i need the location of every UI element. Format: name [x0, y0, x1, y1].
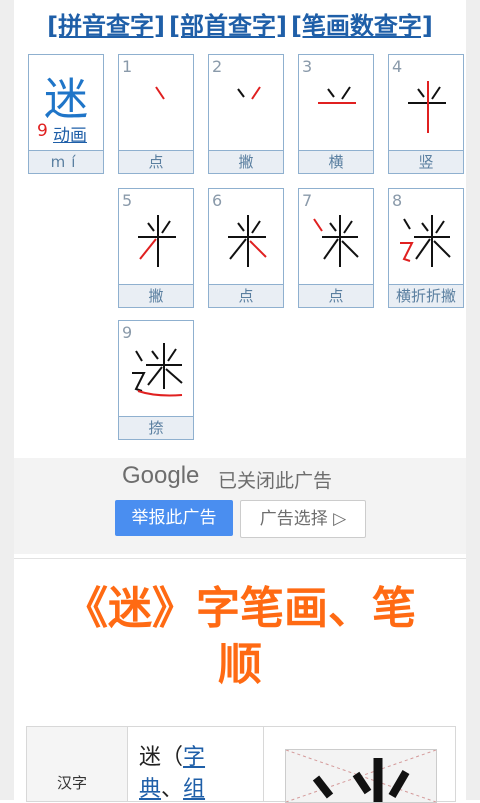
page-title: 《迷》字笔画、笔 顺	[14, 558, 466, 709]
row-label: 汉字	[57, 774, 88, 792]
pinyin-lookup-link[interactable]: [拼音查字]	[47, 12, 165, 40]
stroke-name: 点	[119, 150, 193, 173]
stroke-name: 撇	[119, 284, 193, 307]
stroke-diagram	[237, 86, 261, 100]
pinyin-label: mí	[29, 150, 103, 173]
stroke-count: 9	[37, 121, 48, 141]
left-gutter	[0, 0, 14, 800]
google-logo: Google	[122, 462, 200, 489]
stroke-name: 点	[209, 284, 283, 307]
animation-link[interactable]: 动画	[53, 121, 87, 146]
stroke-name: 撇	[209, 150, 283, 173]
word-group-link[interactable]: 组	[183, 777, 205, 802]
report-ad-button[interactable]: 举报此广告	[115, 500, 233, 536]
stroke-cell: 2 撇	[208, 54, 284, 174]
dictionary-link-1[interactable]: 字	[183, 745, 205, 770]
calligraphy-image	[285, 749, 437, 803]
stroke-cell: 6 点	[208, 188, 284, 308]
stroke-name: 竖	[389, 150, 463, 173]
stroke-diagram	[132, 343, 183, 397]
table-value-cell: 迷（字 典、组	[127, 727, 264, 802]
stroke-name: 横折折撇	[389, 284, 463, 307]
stroke-cell: 8 横折折撇	[388, 188, 464, 308]
title-line-2: 顺	[218, 639, 262, 690]
info-table: 汉字 迷（字 典、组	[26, 726, 456, 803]
stroke-diagram	[155, 86, 165, 100]
stroke-cell: 4 竖	[388, 54, 464, 174]
stroke-diagram	[228, 215, 267, 267]
stroke-cell: 7 点	[298, 188, 374, 308]
calligraphy-preview	[286, 750, 436, 802]
page: [拼音查字] [部首查字] [笔画数查字] 迷 9 动画 mí 1 点 2 撇 3	[0, 0, 480, 803]
lookup-nav: [拼音查字] [部首查字] [笔画数查字]	[14, 6, 466, 41]
separator: 、	[161, 777, 184, 802]
stroke-diagram	[313, 215, 359, 267]
title-line-1: 《迷》字笔画、笔	[64, 583, 416, 634]
ad-choices-button[interactable]: 广告选择 ▷	[240, 500, 366, 538]
stroke-cell: 1 点	[118, 54, 194, 174]
dictionary-link-2[interactable]: 典	[139, 777, 161, 802]
character-card: 迷 9 动画 mí	[28, 54, 104, 174]
stroke-diagram	[138, 215, 176, 267]
stroke-diagram	[408, 81, 446, 133]
character-glyph: 迷	[44, 74, 88, 125]
table-label-cell: 汉字	[27, 727, 128, 801]
radical-lookup-link[interactable]: [部首查字]	[169, 12, 287, 40]
stroke-name: 点	[299, 284, 373, 307]
stroke-name: 捺	[119, 416, 193, 439]
stroke-count-lookup-link[interactable]: [笔画数查字]	[291, 12, 433, 40]
stroke-cell: 3 横	[298, 54, 374, 174]
right-gutter	[466, 0, 480, 800]
stroke-cell: 9 捺	[118, 320, 194, 440]
ad-panel: Google 已关闭此广告 举报此广告 广告选择 ▷	[14, 458, 466, 554]
stroke-diagram	[318, 86, 356, 104]
stroke-cell: 5 撇	[118, 188, 194, 308]
ad-closed-text: 已关闭此广告	[218, 470, 333, 492]
stroke-diagram	[400, 215, 451, 267]
char-prefix: 迷（	[139, 745, 184, 770]
stroke-name: 横	[299, 150, 373, 173]
